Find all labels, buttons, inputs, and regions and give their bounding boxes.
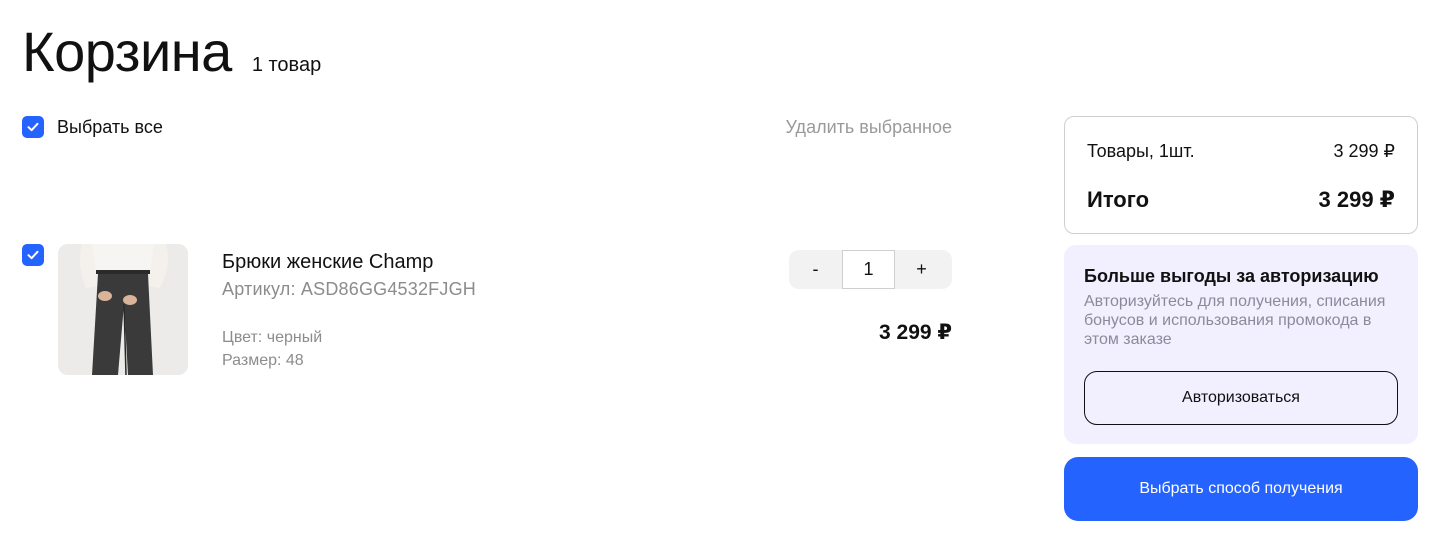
item-size: Размер: 48 <box>222 352 304 369</box>
check-icon <box>27 122 39 132</box>
quantity-stepper: - + <box>789 250 952 289</box>
select-all-checkbox[interactable] <box>22 116 44 138</box>
product-photo <box>58 244 188 375</box>
item-sku: Артикул: ASD86GG4532FJGH <box>222 279 476 299</box>
auth-promo: Больше выгоды за авторизацию Авторизуйте… <box>1064 245 1418 444</box>
summary-goods-value: 3 299 ₽ <box>1333 141 1396 161</box>
product-image[interactable] <box>58 244 188 375</box>
page-title: Корзина <box>22 20 232 83</box>
choose-delivery-button[interactable]: Выбрать способ получения <box>1064 457 1418 521</box>
item-name[interactable]: Брюки женские Champ <box>222 250 476 274</box>
item-info: Брюки женские Champ Артикул: ASD86GG4532… <box>222 250 476 372</box>
summary-total-label: Итого <box>1087 187 1150 212</box>
check-icon <box>27 250 39 260</box>
item-color: Цвет: черный <box>222 329 323 346</box>
cart-item: Брюки женские Champ Артикул: ASD86GG4532… <box>22 244 952 379</box>
item-attributes: Цвет: черный Размер: 48 <box>222 326 476 372</box>
item-checkbox[interactable] <box>22 244 44 266</box>
auth-promo-text: Авторизуйтесь для получения, списания бо… <box>1084 293 1386 348</box>
select-all-label: Выбрать все <box>57 116 163 137</box>
quantity-input[interactable] <box>842 250 895 289</box>
increment-button[interactable]: + <box>895 250 948 289</box>
page-header: Корзина 1 товар <box>22 22 321 82</box>
order-summary: Товары, 1шт. 3 299 ₽ Итого 3 299 ₽ <box>1064 116 1418 234</box>
auth-promo-title: Больше выгоды за авторизацию <box>1084 266 1379 286</box>
summary-goods-row: Товары, 1шт. 3 299 ₽ <box>1087 141 1395 162</box>
item-price: 3 299 ₽ <box>879 321 952 344</box>
delete-selected-link[interactable]: Удалить выбранное <box>786 117 952 138</box>
summary-total-row: Итого 3 299 ₽ <box>1087 187 1395 213</box>
item-count: 1 товар <box>251 54 322 76</box>
decrement-button[interactable]: - <box>789 250 842 289</box>
summary-goods-label: Товары, 1шт. <box>1087 141 1195 161</box>
login-button[interactable]: Авторизоваться <box>1084 371 1398 425</box>
select-all[interactable]: Выбрать все <box>22 116 163 138</box>
summary-total-value: 3 299 ₽ <box>1318 187 1395 212</box>
